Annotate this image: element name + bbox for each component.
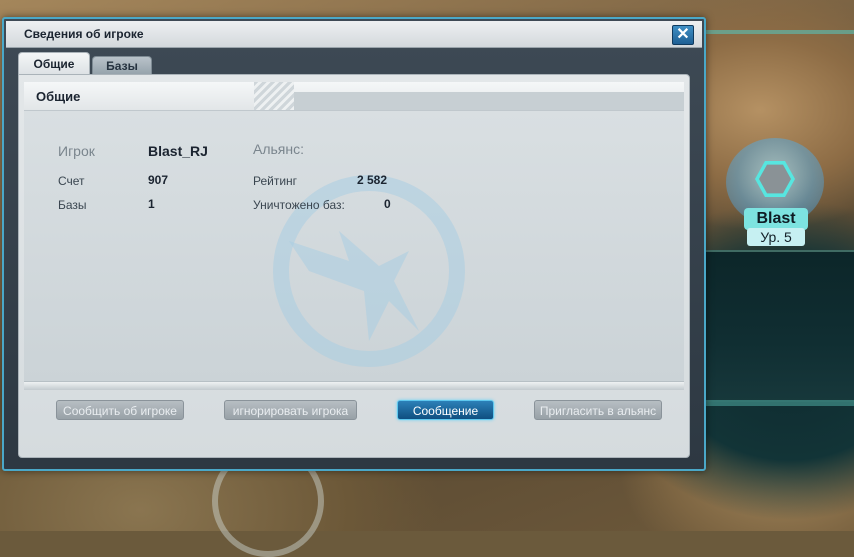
player-label: Игрок [58,143,95,159]
section-title: Общие [36,89,81,104]
score-value: 907 [148,173,169,187]
marker-name: Blast [744,208,808,230]
player-details: Игрок Blast_RJ Счет 907 Базы 1 Альянс: Р… [24,111,684,381]
player-info-window: Сведения об игроке ✕ Общие Базы Общие Иг… [2,17,706,471]
player-base-marker[interactable]: Blast Ур. 5 [724,138,830,248]
window-titlebar[interactable]: Сведения об игроке ✕ [6,21,702,48]
destroyed-bases-label: Уничтожено баз: [253,198,345,212]
window-title: Сведения об игроке [24,27,144,41]
close-button[interactable]: ✕ [672,25,694,45]
destroyed-bases-value: 0 [384,197,391,211]
report-player-button[interactable]: Сообщить об игроке [56,400,184,420]
rank-value: 2 582 [357,173,388,187]
message-button[interactable]: Сообщение [397,400,494,420]
coastline [706,400,854,406]
tab-panel: Общие Игрок Blast_RJ Счет 907 Базы 1 Аль… [18,74,690,458]
rank-label: Рейтинг [253,174,298,188]
player-name: Blast_RJ [148,143,208,159]
bases-label: Базы [58,198,87,212]
sea-area [706,250,854,402]
alliance-label: Альянс: [253,141,305,157]
bases-value: 1 [148,197,155,211]
coastline [706,30,854,34]
panel-divider [24,381,684,390]
invite-alliance-button[interactable]: Пригласить в альянс [534,400,662,420]
close-icon: ✕ [676,26,690,43]
tab-general[interactable]: Общие [18,52,90,74]
marker-level: Ур. 5 [747,228,805,246]
section-header: Общие [24,82,684,111]
score-label: Счет [58,174,85,188]
ignore-player-button[interactable]: игнорировать игрока [224,400,357,420]
tab-bases[interactable]: Базы [92,56,152,74]
